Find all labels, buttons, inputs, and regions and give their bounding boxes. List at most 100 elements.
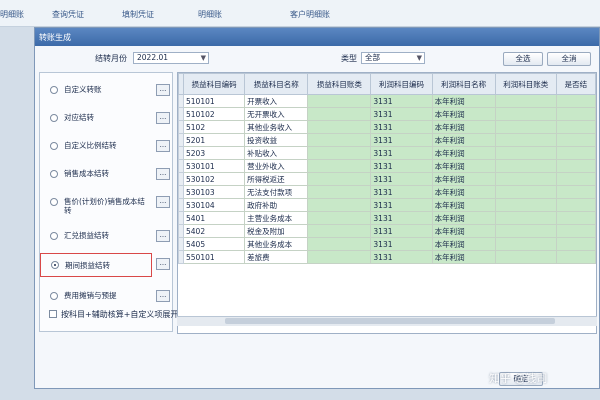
table-row[interactable]: 5402 税金及附加 3131 本年利润 bbox=[178, 224, 596, 238]
column-header[interactable]: 利润科目账类 bbox=[494, 73, 557, 95]
option-corresponding-transfer[interactable]: 对应结转 ... bbox=[46, 109, 170, 129]
period-select[interactable]: 2022.01 ▼ bbox=[133, 52, 209, 64]
table-cell[interactable]: 5402 bbox=[182, 224, 246, 238]
option-exchange-gain-loss-transfer[interactable]: 汇兑损益结转 ... bbox=[46, 227, 170, 247]
table-cell[interactable] bbox=[555, 133, 596, 147]
table-cell[interactable]: 3131 bbox=[370, 120, 433, 134]
table-row[interactable]: 5102 其他业务收入 3131 本年利润 bbox=[178, 120, 596, 134]
column-header[interactable]: 损益科目编码 bbox=[182, 73, 246, 95]
option-settings-button[interactable]: ... bbox=[156, 168, 170, 180]
table-row[interactable]: 5401 主营业务成本 3131 本年利润 bbox=[178, 211, 596, 225]
table-cell[interactable] bbox=[555, 146, 596, 160]
table-cell[interactable]: 本年利润 bbox=[431, 94, 496, 108]
table-cell[interactable]: 530101 bbox=[182, 159, 246, 173]
table-cell[interactable]: 3131 bbox=[370, 224, 433, 238]
table-cell[interactable] bbox=[555, 172, 596, 186]
table-cell[interactable] bbox=[307, 159, 372, 173]
table-cell[interactable]: 本年利润 bbox=[431, 250, 496, 264]
table-row[interactable]: 510102 无开票收入 3131 本年利润 bbox=[178, 107, 596, 121]
table-cell[interactable]: 530104 bbox=[182, 198, 246, 212]
table-cell[interactable]: 其他业务收入 bbox=[244, 120, 309, 134]
table-cell[interactable] bbox=[307, 250, 372, 264]
radio-icon[interactable] bbox=[50, 86, 58, 94]
table-cell[interactable]: 3131 bbox=[370, 211, 433, 225]
table-cell[interactable] bbox=[307, 120, 372, 134]
table-cell[interactable] bbox=[494, 159, 557, 173]
table-cell[interactable] bbox=[494, 120, 557, 134]
table-cell[interactable]: 本年利润 bbox=[431, 133, 496, 147]
table-cell[interactable]: 本年利润 bbox=[431, 185, 496, 199]
column-header[interactable]: 损益科目账类 bbox=[307, 73, 372, 95]
table-cell[interactable] bbox=[307, 237, 372, 251]
table-cell[interactable] bbox=[494, 133, 557, 147]
radio-icon[interactable] bbox=[50, 170, 58, 178]
table-cell[interactable]: 3131 bbox=[370, 172, 433, 186]
option-settings-button[interactable]: ... bbox=[156, 112, 170, 124]
option-planned-price-transfer[interactable]: 售价(计划价)销售成本结转 ... bbox=[46, 193, 170, 215]
option-expense-amortization[interactable]: 费用摊销与预提 ... bbox=[46, 287, 170, 307]
table-cell[interactable]: 本年利润 bbox=[431, 120, 496, 134]
option-settings-button[interactable]: ... bbox=[156, 258, 170, 270]
table-cell[interactable]: 本年利润 bbox=[431, 159, 496, 173]
table-cell[interactable]: 营业外收入 bbox=[244, 159, 309, 173]
option-custom-ratio-transfer[interactable]: 自定义比例结转 ... bbox=[46, 137, 170, 157]
table-cell[interactable]: 3131 bbox=[370, 250, 433, 264]
table-row[interactable]: 5201 投资收益 3131 本年利润 bbox=[178, 133, 596, 147]
table-cell[interactable] bbox=[494, 94, 557, 108]
table-cell[interactable] bbox=[494, 198, 557, 212]
table-cell[interactable] bbox=[494, 224, 557, 238]
table-cell[interactable]: 530103 bbox=[182, 185, 246, 199]
scrollbar-thumb[interactable] bbox=[225, 318, 555, 324]
table-cell[interactable] bbox=[307, 224, 372, 238]
table-cell[interactable] bbox=[307, 94, 372, 108]
table-cell[interactable] bbox=[555, 250, 596, 264]
table-row[interactable]: 510101 开票收入 3131 本年利润 bbox=[178, 94, 596, 108]
table-cell[interactable]: 3131 bbox=[370, 159, 433, 173]
table-cell[interactable]: 本年利润 bbox=[431, 198, 496, 212]
table-cell[interactable] bbox=[555, 211, 596, 225]
table-cell[interactable] bbox=[307, 211, 372, 225]
table-cell[interactable] bbox=[307, 133, 372, 147]
radio-icon[interactable] bbox=[50, 292, 58, 300]
table-cell[interactable]: 无法支付款项 bbox=[244, 185, 309, 199]
radio-icon[interactable] bbox=[50, 114, 58, 122]
clear-all-button[interactable]: 全消 bbox=[547, 52, 591, 66]
option-settings-button[interactable]: ... bbox=[156, 290, 170, 302]
table-cell[interactable]: 3131 bbox=[370, 94, 433, 108]
table-row[interactable]: 530102 所得税返还 3131 本年利润 bbox=[178, 172, 596, 186]
table-cell[interactable]: 3131 bbox=[370, 198, 433, 212]
table-cell[interactable]: 5201 bbox=[182, 133, 246, 147]
table-cell[interactable] bbox=[307, 172, 372, 186]
horizontal-scrollbar[interactable] bbox=[177, 316, 597, 326]
table-cell[interactable]: 本年利润 bbox=[431, 172, 496, 186]
table-cell[interactable]: 550101 bbox=[182, 250, 246, 264]
radio-icon[interactable] bbox=[50, 232, 58, 240]
table-cell[interactable] bbox=[494, 107, 557, 121]
table-row[interactable]: 530101 营业外收入 3131 本年利润 bbox=[178, 159, 596, 173]
table-cell[interactable]: 510102 bbox=[182, 107, 246, 121]
table-cell[interactable] bbox=[494, 185, 557, 199]
table-cell[interactable] bbox=[555, 94, 596, 108]
table-cell[interactable] bbox=[555, 107, 596, 121]
table-cell[interactable]: 本年利润 bbox=[431, 211, 496, 225]
table-cell[interactable]: 政府补助 bbox=[244, 198, 309, 212]
table-cell[interactable]: 5405 bbox=[182, 237, 246, 251]
table-cell[interactable] bbox=[494, 172, 557, 186]
column-header[interactable]: 利润科目名称 bbox=[431, 73, 496, 95]
table-row[interactable]: 550101 差旅费 3131 本年利润 bbox=[178, 250, 596, 264]
table-cell[interactable]: 本年利润 bbox=[431, 224, 496, 238]
table-cell[interactable]: 530102 bbox=[182, 172, 246, 186]
table-row[interactable]: 530103 无法支付款项 3131 本年利润 bbox=[178, 185, 596, 199]
table-cell[interactable]: 510101 bbox=[182, 94, 246, 108]
topnav-item-1[interactable]: 查询凭证 bbox=[52, 9, 84, 20]
table-cell[interactable]: 3131 bbox=[370, 237, 433, 251]
table-cell[interactable] bbox=[555, 198, 596, 212]
table-cell[interactable]: 开票收入 bbox=[244, 94, 309, 108]
option-sales-cost-transfer[interactable]: 销售成本结转 ... bbox=[46, 165, 170, 185]
radio-icon[interactable] bbox=[50, 142, 58, 150]
table-cell[interactable] bbox=[555, 120, 596, 134]
radio-icon[interactable] bbox=[50, 198, 58, 206]
topnav-item-4[interactable]: 客户明细账 bbox=[290, 9, 330, 20]
table-cell[interactable]: 主营业务成本 bbox=[244, 211, 309, 225]
type-select[interactable]: 全部 ▼ bbox=[361, 52, 425, 64]
